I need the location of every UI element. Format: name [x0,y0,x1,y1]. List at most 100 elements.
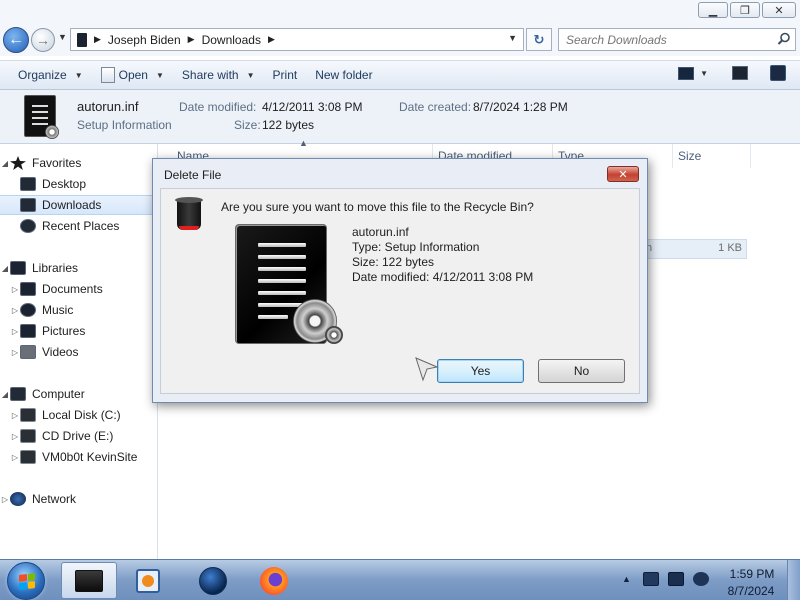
nav-computer[interactable]: ◢ Computer [0,384,158,404]
yes-button[interactable]: Yes [437,359,524,383]
breadcrumb-user[interactable]: Joseph Biden [108,33,181,47]
volume-icon[interactable] [693,572,709,586]
recent-pages-dropdown[interactable]: ▼ [58,32,67,42]
show-desktop-button[interactable] [787,560,800,600]
address-dropdown-icon[interactable]: ▼ [508,33,517,43]
videos-icon [20,345,36,359]
change-view-icon[interactable] [678,66,695,80]
nav-local-disk[interactable]: ▷ Local Disk (C:) [0,405,158,425]
refresh-button[interactable]: ↻ [526,28,552,51]
nav-libraries[interactable]: ◢ Libraries [0,258,158,278]
back-button[interactable]: ← [3,27,29,53]
nav-videos[interactable]: ▷ Videos [0,342,158,362]
nav-favorites[interactable]: ◢ Favorites [0,153,158,173]
taskbar-media-player[interactable] [120,562,176,599]
details-file-name: autorun.inf [77,99,139,114]
libraries-icon [10,261,26,275]
column-divider[interactable] [750,144,751,168]
close-window-button[interactable]: ✕ [762,2,796,18]
computer-icon [10,387,26,401]
breadcrumb-chevron-icon[interactable]: ▶ [268,34,275,45]
column-size[interactable]: Size [678,149,701,163]
nav-network-share[interactable]: ▷ VM0b0t KevinSite [0,447,158,467]
dialog-close-button[interactable]: ✕ [607,166,639,182]
nav-cd-drive[interactable]: ▷ CD Drive (E:) [0,426,158,446]
nav-videos-label: Videos [42,345,79,359]
nav-downloads[interactable]: Downloads [0,195,158,215]
dialog-title: Delete File [164,168,222,182]
preview-pane-icon[interactable] [732,66,748,80]
network-status-icon[interactable] [668,572,684,586]
command-bar: Organize ▼ Open ▼ Share with ▼ Print New… [0,60,800,90]
expand-arrow-icon[interactable]: ◢ [0,264,10,273]
search-box[interactable] [558,28,796,51]
clock-date[interactable]: 8/7/2024 [721,584,781,598]
collapse-arrow-icon[interactable]: ▷ [10,285,20,294]
nav-desktop[interactable]: Desktop [0,174,158,194]
clock-time[interactable]: 1:59 PM [727,567,777,581]
nav-desktop-label: Desktop [42,177,87,191]
address-bar[interactable]: ▶ Joseph Biden ▶ Downloads ▶ ▼ [70,28,524,51]
share-with-label: Share with [181,68,239,82]
view-options-dropdown[interactable]: ▼ [700,69,708,78]
maximize-button[interactable]: ❐ [730,2,760,18]
open-label: Open [118,68,148,82]
breadcrumb-chevron-icon[interactable]: ▶ [188,34,195,45]
collapse-arrow-icon[interactable]: ▷ [10,411,20,420]
navigation-pane: ◢ Favorites Desktop Downloads Recent Pla… [0,144,158,559]
media-player-icon [136,568,160,593]
favorites-star-icon [10,156,26,170]
details-size-label: Size: [234,118,261,132]
taskbar-firefox[interactable] [246,562,302,599]
nav-music[interactable]: ▷ Music [0,300,158,320]
breadcrumb-downloads[interactable]: Downloads [202,33,261,47]
minimize-button[interactable]: ▁ [698,2,728,18]
dialog-file-type: Type: Setup Information [352,240,480,254]
dialog-file-name: autorun.inf [352,225,409,239]
delete-file-dialog: Delete File ✕ Are you sure you want to m… [152,158,648,403]
taskbar: ▲ 1:59 PM 8/7/2024 [0,559,800,600]
organize-menu[interactable]: Organize ▼ [18,68,83,82]
refresh-icon: ↻ [533,31,545,47]
nav-favorites-label: Favorites [32,156,82,170]
nav-pictures[interactable]: ▷ Pictures [0,321,158,341]
nav-network[interactable]: ▷ Network [0,489,158,509]
no-button[interactable]: No [538,359,625,383]
collapse-arrow-icon[interactable]: ▷ [10,348,20,357]
help-icon[interactable] [770,65,786,81]
open-button[interactable]: Open ▼ [100,67,164,83]
new-folder-button[interactable]: New folder [315,68,372,82]
breadcrumb-chevron-icon[interactable]: ▶ [94,34,101,45]
expand-arrow-icon[interactable]: ◢ [0,390,10,399]
start-button[interactable] [7,562,45,600]
search-icon[interactable] [777,32,791,46]
collapse-arrow-icon[interactable]: ▷ [10,306,20,315]
nav-recent-places[interactable]: Recent Places [0,216,158,236]
collapse-arrow-icon[interactable]: ▷ [10,432,20,441]
address-row: ← → ▼ ▶ Joseph Biden ▶ Downloads ▶ ▼ ↻ [0,22,800,56]
show-hidden-icons-button[interactable]: ▲ [622,574,631,584]
search-input[interactable] [559,29,769,50]
nav-network-label: Network [32,492,77,506]
expand-arrow-icon[interactable]: ◢ [0,159,10,168]
collapse-arrow-icon[interactable]: ▷ [10,327,20,336]
view-controls: ▼ [678,65,800,81]
column-divider[interactable] [672,144,673,168]
share-with-menu[interactable]: Share with ▼ [182,68,255,82]
nav-documents[interactable]: ▷ Documents [0,279,158,299]
print-button[interactable]: Print [273,68,298,82]
dialog-body: Are you sure you want to move this file … [160,188,640,394]
globe-icon [199,566,227,595]
table-row[interactable]: n 1 KB [635,239,747,259]
firefox-icon [260,566,288,595]
collapse-arrow-icon[interactable]: ▷ [0,495,10,504]
forward-button[interactable]: → [31,28,55,52]
window-controls: ▁ ❐ ✕ [698,2,796,18]
details-date-modified-value: 4/12/2011 3:08 PM [262,100,363,114]
dialog-file-date: Date modified: 4/12/2011 3:08 PM [352,270,534,284]
nav-downloads-label: Downloads [42,198,102,212]
collapse-arrow-icon[interactable]: ▷ [10,453,20,462]
taskbar-explorer[interactable] [61,562,117,599]
taskbar-browser[interactable] [185,562,241,599]
action-center-icon[interactable] [643,572,659,586]
